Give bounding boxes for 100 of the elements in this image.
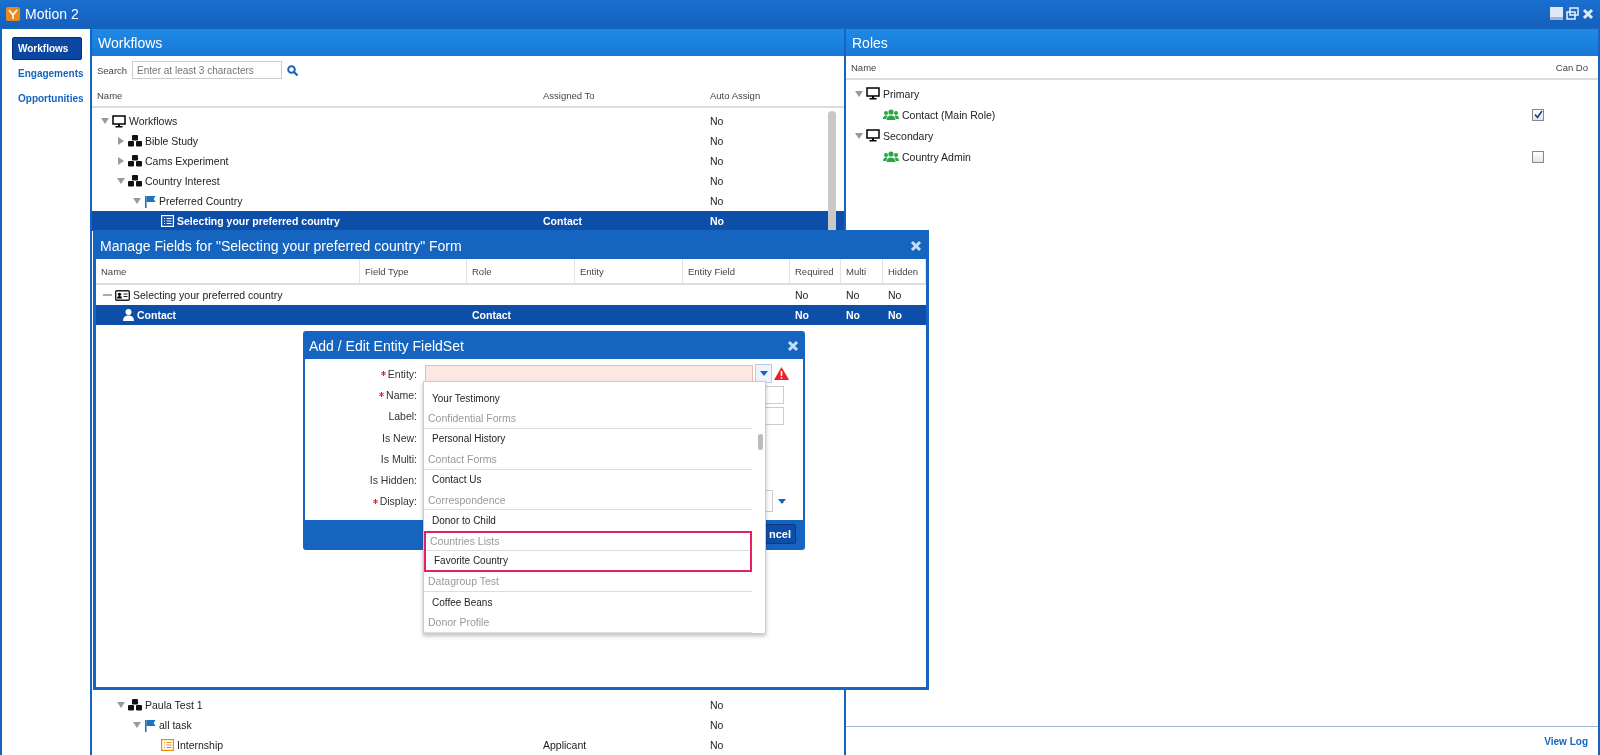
tree-row[interactable]: Contact Contact No No No [96, 305, 926, 325]
monitor-icon [112, 114, 126, 128]
table-cell-text: Applicant [542, 739, 588, 751]
column-header[interactable]: Assigned To [538, 89, 705, 101]
monitor-icon [866, 87, 880, 100]
tree-item-label: Contact [137, 309, 177, 321]
table-cell-text: No [794, 289, 810, 301]
tree-row[interactable]: Country Interest No [92, 171, 844, 191]
restore-icon[interactable] [1566, 7, 1579, 20]
group-header: Donor Profile [424, 612, 752, 633]
expander-icon[interactable] [117, 157, 125, 165]
tree-item-label: Preferred Country [159, 195, 243, 207]
table-cell-text: No [845, 289, 861, 301]
field-label: Is New: [382, 431, 417, 444]
column-header[interactable]: Entity Field [683, 259, 790, 283]
checkbox[interactable] [1532, 150, 1544, 163]
tree-row[interactable]: all task No [92, 715, 844, 735]
column-header[interactable]: Field Type [360, 259, 467, 283]
select-field[interactable] [425, 364, 753, 383]
table-cell-text: No [709, 195, 725, 207]
dropdown-option[interactable]: Favorite Country [426, 551, 750, 570]
table-cell-text: No [709, 115, 725, 127]
collapse-icon[interactable] [103, 293, 112, 297]
column-header[interactable]: Name [846, 61, 877, 73]
caret-icon [778, 498, 786, 504]
panel-title: Roles [846, 29, 1598, 56]
tree-item-label: Country Admin [902, 150, 971, 163]
dropdown-button[interactable] [755, 364, 772, 384]
dropdown-option[interactable]: Personal History [424, 428, 752, 450]
tree-row[interactable]: Bible Study No [92, 131, 844, 151]
tree-row[interactable]: Internship Applicant No [92, 735, 844, 755]
group-header: Contact Forms [424, 449, 752, 470]
cubes-icon [128, 155, 142, 167]
table-cell-text: No [709, 699, 725, 711]
column-header[interactable]: Multi [841, 259, 883, 283]
field-label: Is Hidden: [369, 474, 417, 487]
table-cell-text: No [709, 135, 725, 147]
column-header[interactable]: Role [467, 259, 575, 283]
column-header[interactable]: Entity [575, 259, 683, 283]
sidebar-item[interactable]: Engagements [12, 62, 90, 85]
table-cell-text: No [709, 175, 725, 187]
view-log-link[interactable]: View Log [1544, 735, 1588, 747]
tree-row[interactable]: Workflows No [92, 111, 844, 131]
people-icon [883, 151, 899, 162]
search-label: Search [97, 64, 128, 76]
tree-row[interactable]: Selecting your preferred country Contact No [92, 211, 844, 231]
column-header[interactable]: Required [790, 259, 841, 283]
cubes-icon [128, 175, 142, 187]
dialog-title: Manage Fields for "Selecting your preferred country" Form [100, 238, 462, 254]
panel-title: Workflows [92, 29, 844, 56]
tree-row[interactable]: Selecting your preferred country No No No [96, 285, 926, 305]
field-label: Label: [388, 410, 417, 423]
tree-item-label: Selecting your preferred country [177, 215, 340, 227]
tree-item-label: Paula Test 1 [145, 699, 203, 711]
sidebar-item[interactable]: Opportunities [12, 87, 90, 110]
expander-icon[interactable] [117, 701, 125, 709]
sidebar-item[interactable]: Workflows [12, 37, 82, 60]
expander-icon[interactable] [855, 131, 863, 140]
expander-icon[interactable] [133, 197, 141, 205]
field-label: Entity: [387, 367, 417, 380]
tree-item-label: Cams Experiment [145, 155, 229, 167]
search-icon[interactable] [287, 64, 299, 76]
dropdown-option[interactable]: Contact Us [424, 469, 752, 490]
dropdown-option[interactable]: Coffee Beans [424, 591, 752, 613]
tree-row[interactable]: Cams Experiment No [92, 151, 844, 171]
caret-icon [759, 371, 768, 377]
tree-row[interactable]: Preferred Country No [92, 191, 844, 211]
group-header: Correspondence [424, 489, 752, 511]
tree-item-label: Country Interest [145, 175, 220, 187]
tree-row[interactable]: Paula Test 1 No [92, 695, 844, 715]
tree-item-label: all task [159, 719, 192, 731]
table-cell-text: No [709, 739, 725, 751]
column-header[interactable]: Name [96, 259, 360, 283]
expander-icon[interactable] [101, 117, 109, 125]
scrollbar[interactable] [758, 434, 763, 450]
field-label: Display: [379, 495, 417, 508]
group-header: Confidential Forms [424, 408, 752, 429]
expander-icon[interactable] [117, 137, 125, 145]
table-cell-text: Contact [542, 215, 584, 227]
monitor-icon [866, 129, 880, 142]
person-icon [123, 309, 134, 321]
tree-item-label: Contact (Main Role) [902, 108, 996, 121]
dropdown-option[interactable]: Your Testimony [424, 388, 752, 409]
column-header[interactable]: Auto Assign [705, 89, 825, 101]
column-header[interactable]: Hidden [883, 259, 926, 283]
close-icon[interactable] [910, 240, 922, 252]
checkbox[interactable] [1532, 108, 1544, 121]
dropdown-option[interactable]: Donor to Child [424, 510, 752, 531]
close-icon[interactable] [1582, 7, 1594, 20]
column-header[interactable]: Name [92, 89, 538, 101]
field-label: Name: [386, 388, 417, 401]
close-icon[interactable] [787, 340, 799, 352]
column-header[interactable]: Can Do [1550, 61, 1588, 73]
search-field[interactable]: Enter at least 3 characters [132, 61, 283, 79]
tree-item-label: Bible Study [145, 135, 199, 147]
flag-icon [144, 718, 156, 732]
expander-icon[interactable] [133, 721, 141, 729]
table-cell-text: No [794, 309, 810, 321]
expander-icon[interactable] [117, 177, 125, 185]
expander-icon[interactable] [855, 89, 863, 98]
